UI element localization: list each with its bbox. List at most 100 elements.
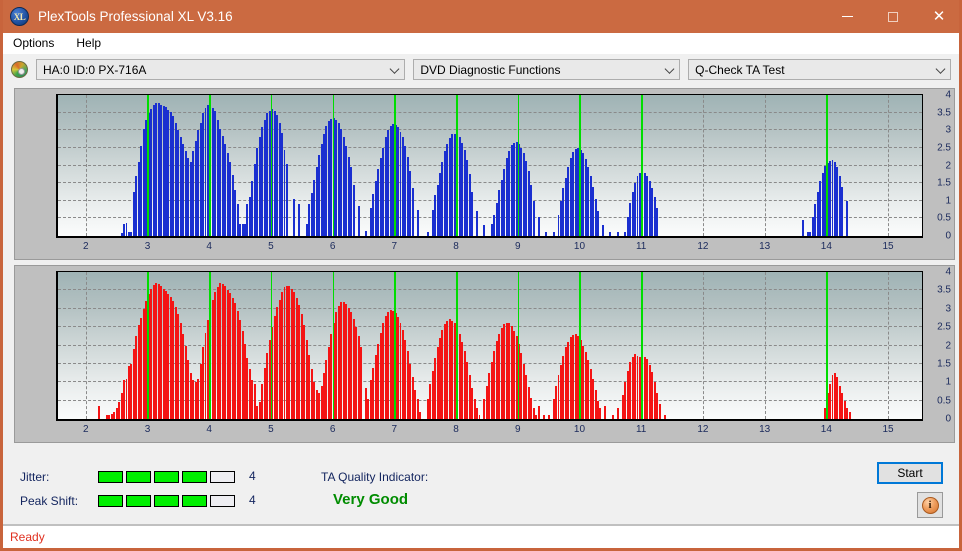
x-axis-tick-label: 6 [329,424,336,435]
gridline-horizontal [58,307,922,309]
x-axis-tick-label: 11 [635,424,647,435]
marker-line [826,272,828,419]
y-axis-tick-label: 4 [945,89,951,101]
chart-bar [426,231,429,236]
y-axis-tick-label: 1 [945,376,951,388]
menu-item-help[interactable]: Help [74,34,110,52]
status-bar: Ready [3,524,959,548]
y-axis-tick-label: 2 [945,160,951,171]
x-axis-tick-label: 9 [514,424,521,435]
marker-line [456,272,458,419]
meter-segment [154,495,179,507]
x-axis-tick-label: 8 [453,424,459,435]
x-axis-tick-label: 12 [697,241,709,252]
chart-bar [611,414,614,419]
ta-quality-label: TA Quality Indicator: [321,470,429,484]
marker-line [641,95,643,236]
meter-segment [210,495,235,507]
y-axis-tick-label: 4 [945,266,951,278]
test-select[interactable]: Q-Check TA Test [688,59,951,80]
x-axis-tick-label: 10 [573,241,586,252]
chart-bar [364,230,367,236]
chart-bar [841,187,844,236]
meter-segment [126,471,151,483]
chart-bar [537,406,540,419]
marker-line [456,95,458,236]
gridline-vertical [764,272,766,419]
marker-line [641,272,643,419]
y-axis-tick-label: 1.5 [937,358,951,370]
y-axis-tick-label: 2 [945,340,951,351]
window-title: PlexTools Professional XL V3.16 [38,9,233,24]
gridline-vertical [85,95,87,236]
chart-bar [352,184,355,236]
menu-item-options[interactable]: Options [11,34,63,52]
disc-icon [11,61,28,78]
start-button[interactable]: Start [877,462,943,484]
marker-line [394,95,396,236]
maximize-button[interactable] [870,0,916,33]
chart-bar [293,199,296,236]
meter-segment [126,495,151,507]
marker-line [579,95,581,236]
info-icon: i [921,496,939,514]
gridline-horizontal [58,326,922,328]
jitter-label: Jitter: [20,470,50,484]
chart-bar [658,404,661,419]
meter-segment [182,495,207,507]
peak-shift-chart: 0 0.5 1 1.5 2 2.5 3 3.5 4 2 3 4 5 6 7 8 9 10 11 12 13 14 15 [15,266,954,442]
chart-bar [532,200,535,236]
gridline-horizontal [58,94,922,95]
minimize-button[interactable] [824,0,870,33]
maximize-icon [888,11,898,22]
menu-bar: Options Help [3,33,959,54]
x-axis-tick-label: 2 [82,424,89,435]
chart-bar [604,406,607,419]
y-axis-tick-label: 0.5 [937,395,951,407]
x-axis-tick-label: 3 [144,241,151,252]
chart-bar [801,220,804,236]
chart-bar [416,209,419,236]
drive-select[interactable]: HA:0 ID:0 PX-716A [36,59,406,80]
meter-segment [98,471,123,483]
chart-bar [597,211,599,236]
marker-line [517,272,520,419]
marker-line [394,272,396,419]
y-axis-tick-label: 2.5 [937,321,951,333]
jitter-chart-panel: 0 0.5 1 1.5 2 2.5 3 3.5 4 2 3 4 5 6 7 8 9 10 11 12 13 14 15 [14,88,955,260]
chart-bar [471,191,474,236]
x-axis-tick-label: 13 [759,424,771,435]
marker-line [209,272,211,419]
x-axis-tick-label: 6 [329,241,336,252]
x-axis-tick-label: 3 [144,424,151,435]
chart-bar [846,200,849,236]
peak-shift-value: 4 [249,493,256,507]
chart-bar [360,347,362,419]
info-button[interactable]: i [917,492,943,518]
chart-bar [599,407,602,419]
chart-bar [545,231,548,236]
x-axis-tick-label: 2 [82,241,89,252]
marker-line [332,95,335,236]
x-axis-tick-label: 5 [268,241,274,252]
meter-segment [98,495,123,507]
peak-shift-chart-panel: 0 0.5 1 1.5 2 2.5 3 3.5 4 2 3 4 5 6 7 8 9 10 11 12 13 14 15 [14,265,955,443]
meter-segment [182,471,207,483]
function-select[interactable]: DVD Diagnostic Functions [413,59,681,80]
meter-segment [210,471,235,483]
chart-bar [542,414,545,419]
function-select-value: DVD Diagnostic Functions [420,62,561,77]
marker-line [270,272,273,419]
minimize-icon [841,16,853,17]
y-axis-tick-label: 3.5 [937,284,951,296]
x-axis-tick-label: 11 [635,241,647,252]
peak-shift-meter [98,495,235,507]
plot-area [56,94,923,238]
selector-toolbar: HA:0 ID:0 PX-716A DVD Diagnostic Functio… [3,54,959,85]
chart-bar [357,206,360,236]
close-button[interactable]: ✕ [916,0,959,33]
status-text: Ready [10,530,45,544]
chart-bar [98,406,101,419]
gridline-horizontal [58,111,922,113]
x-axis-tick-label: 10 [573,424,586,435]
